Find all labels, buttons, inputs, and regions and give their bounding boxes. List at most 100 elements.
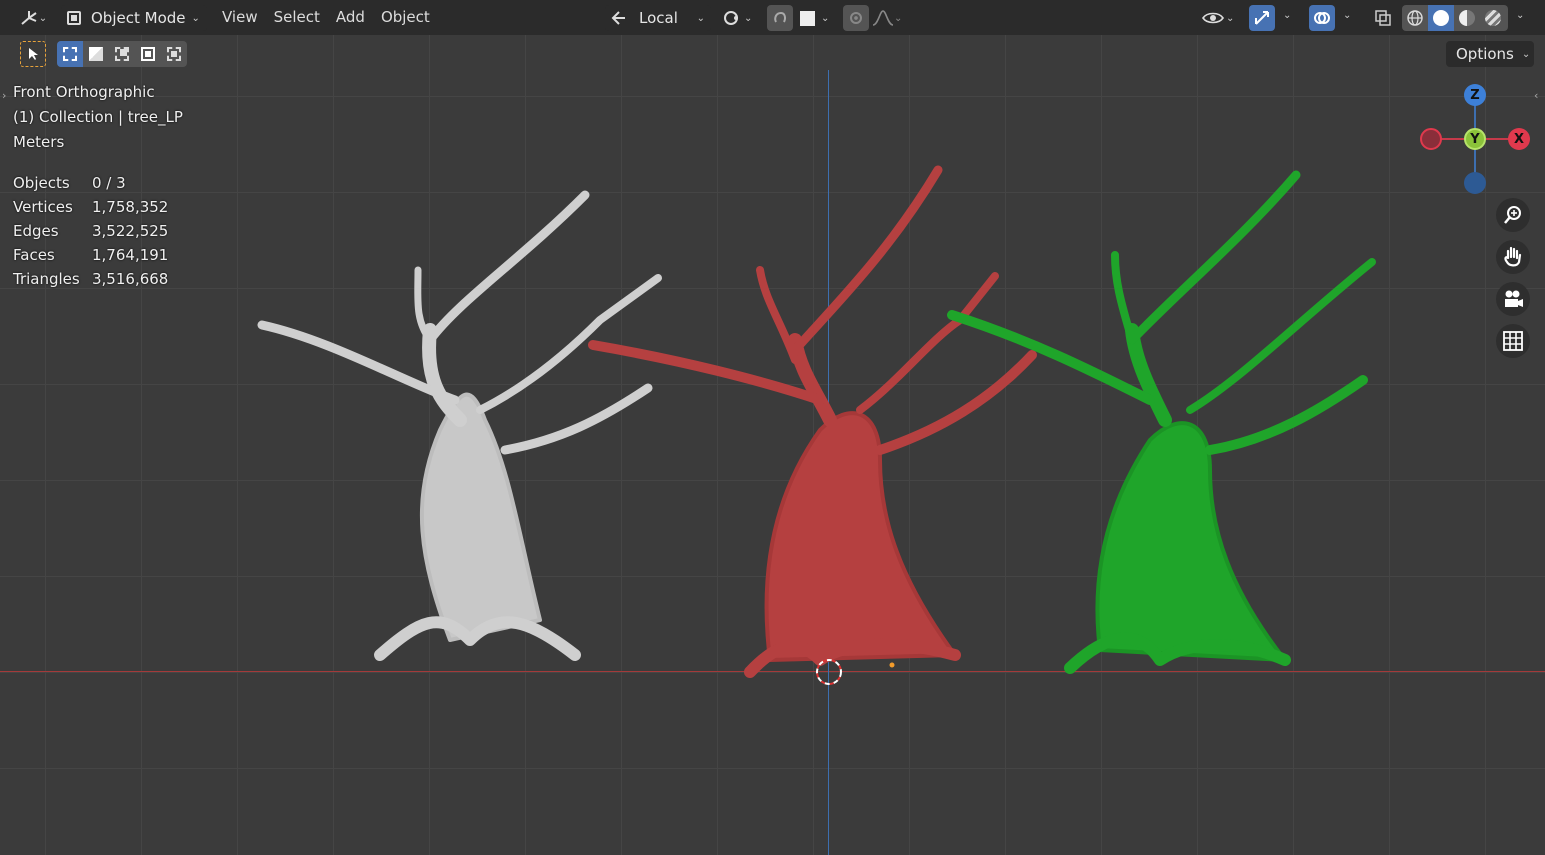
stat-row-vertices: Vertices 1,758,352 <box>13 195 168 219</box>
menu-add[interactable]: Add <box>328 0 373 35</box>
camera-view-button[interactable] <box>1496 282 1530 316</box>
stat-row-edges: Edges 3,522,525 <box>13 219 168 243</box>
overlay-dropdown-chevron-icon[interactable]: ⌄ <box>1343 10 1351 21</box>
collection-label: (1) Collection | tree_LP <box>13 108 183 126</box>
stat-value: 1,764,191 <box>92 246 169 264</box>
navigation-gizmo[interactable]: Z X Y <box>1418 82 1532 196</box>
chevron-down-icon: ⌄ <box>38 12 48 24</box>
chevron-down-icon: ⌄ <box>1226 12 1235 24</box>
snap-target-dropdown[interactable]: ⌄ <box>796 5 838 31</box>
select-new-icon <box>63 47 77 61</box>
proportional-edit-icon <box>850 12 862 24</box>
scene-statistics: Objects 0 / 3 Vertices 1,758,352 Edges 3,52… <box>13 171 168 291</box>
gizmo-neg-z-axis[interactable] <box>1464 172 1486 194</box>
magnet-icon <box>774 11 786 23</box>
selection-mode-group <box>57 41 187 67</box>
eye-icon <box>1202 12 1224 24</box>
tree-grey[interactable] <box>257 190 662 661</box>
menu-select[interactable]: Select <box>266 0 328 35</box>
stat-label: Vertices <box>13 198 73 216</box>
tool-select-button[interactable] <box>20 41 46 67</box>
orthographic-toggle-button[interactable] <box>1496 324 1530 358</box>
view-name-label: Front Orthographic <box>13 83 155 101</box>
gizmo-icon <box>1255 11 1269 25</box>
3d-viewport[interactable] <box>0 0 1545 855</box>
options-dropdown[interactable]: Options ⌄ <box>1446 41 1534 67</box>
material-shading-button[interactable] <box>1454 5 1480 31</box>
mode-dropdown[interactable]: Object Mode ⌄ <box>61 5 207 31</box>
gizmo-dropdown-chevron-icon[interactable]: ⌄ <box>1283 10 1291 21</box>
select-new-button[interactable] <box>57 41 83 67</box>
xray-icon <box>1375 10 1391 26</box>
pan-button[interactable] <box>1496 240 1530 274</box>
stat-row-triangles: Triangles 3,516,668 <box>13 267 168 291</box>
3d-cursor <box>816 659 842 685</box>
shading-dropdown-chevron-icon[interactable]: ⌄ <box>1516 10 1524 21</box>
gizmo-z-axis[interactable]: Z <box>1464 84 1486 106</box>
camera-icon <box>1505 290 1523 307</box>
falloff-curve-icon <box>872 10 894 26</box>
zoom-button[interactable] <box>1496 198 1530 232</box>
chevron-down-icon: ⌄ <box>191 12 200 24</box>
proportional-edit-toggle[interactable] <box>843 5 869 31</box>
chevron-down-icon: ⌄ <box>894 12 903 24</box>
mode-label: Object Mode <box>91 9 186 27</box>
menu-object[interactable]: Object <box>373 0 438 35</box>
solid-shading-button[interactable] <box>1428 5 1454 31</box>
select-invert-icon <box>141 47 155 61</box>
orientation-label: Local <box>639 9 678 27</box>
gizmo-toggle[interactable] <box>1249 5 1275 31</box>
editor-type-button[interactable]: ⌄ <box>14 5 52 31</box>
transform-orientation-dropdown[interactable]: Local ⌄ <box>605 5 711 31</box>
shading-group <box>1402 5 1508 31</box>
hand-icon <box>1504 246 1522 267</box>
menu-view[interactable]: View <box>214 0 266 35</box>
stat-value: 0 / 3 <box>92 174 126 192</box>
gizmo-neg-y-axis[interactable]: Y <box>1464 128 1486 150</box>
tree-red[interactable] <box>588 165 1037 678</box>
cursor-arrow-icon <box>29 48 38 60</box>
rendered-shading-button[interactable] <box>1480 5 1506 31</box>
gizmo-x-axis[interactable]: X <box>1508 128 1530 150</box>
chevron-down-icon: ⌄ <box>821 12 830 24</box>
pivot-icon <box>724 11 738 25</box>
xray-toggle[interactable] <box>1370 5 1396 31</box>
grid-icon <box>1503 331 1523 351</box>
stat-value: 1,758,352 <box>92 198 169 216</box>
select-intersect-icon <box>167 47 181 61</box>
editor-type-icon <box>21 11 37 25</box>
options-label: Options <box>1456 45 1514 63</box>
zoom-icon <box>1504 206 1521 224</box>
stat-label: Triangles <box>13 270 80 288</box>
select-intersect-button[interactable] <box>161 41 187 67</box>
select-extend-icon <box>89 47 103 61</box>
stat-row-objects: Objects 0 / 3 <box>13 171 168 195</box>
stat-value: 3,522,525 <box>92 222 169 240</box>
toolbar-expand-arrow-icon[interactable]: › <box>2 89 6 102</box>
solid-sphere-icon <box>1433 10 1449 26</box>
snap-toggle[interactable] <box>767 5 793 31</box>
stat-label: Faces <box>13 246 55 264</box>
wireframe-shading-button[interactable] <box>1402 5 1428 31</box>
viewport-header: ⌄ Object Mode ⌄ View Select Add Object L… <box>0 0 1545 35</box>
pivot-point-dropdown[interactable]: ⌄ <box>718 5 760 31</box>
select-invert-button[interactable] <box>135 41 161 67</box>
stat-row-faces: Faces 1,764,191 <box>13 243 168 267</box>
select-extend-button[interactable] <box>83 41 109 67</box>
visibility-dropdown[interactable]: ⌄ <box>1200 5 1242 31</box>
select-subtract-button[interactable] <box>109 41 135 67</box>
tool-header: Options ⌄ <box>0 37 1545 69</box>
rendered-sphere-icon <box>1485 10 1501 26</box>
overlay-icon <box>1314 12 1330 24</box>
stat-value: 3,516,668 <box>92 270 169 288</box>
stat-label: Edges <box>13 222 59 240</box>
sidebar-expand-arrow-icon[interactable]: ‹ <box>1534 89 1538 102</box>
object-mode-icon <box>67 11 81 25</box>
chevron-down-icon: ⌄ <box>744 12 753 24</box>
tree-green[interactable] <box>947 170 1376 674</box>
gizmo-neg-x-axis[interactable] <box>1420 128 1442 150</box>
chevron-down-icon: ⌄ <box>1521 48 1531 60</box>
overlay-toggle[interactable] <box>1309 5 1335 31</box>
orientation-icon <box>611 11 625 25</box>
proportional-falloff-dropdown[interactable]: ⌄ <box>872 5 912 31</box>
